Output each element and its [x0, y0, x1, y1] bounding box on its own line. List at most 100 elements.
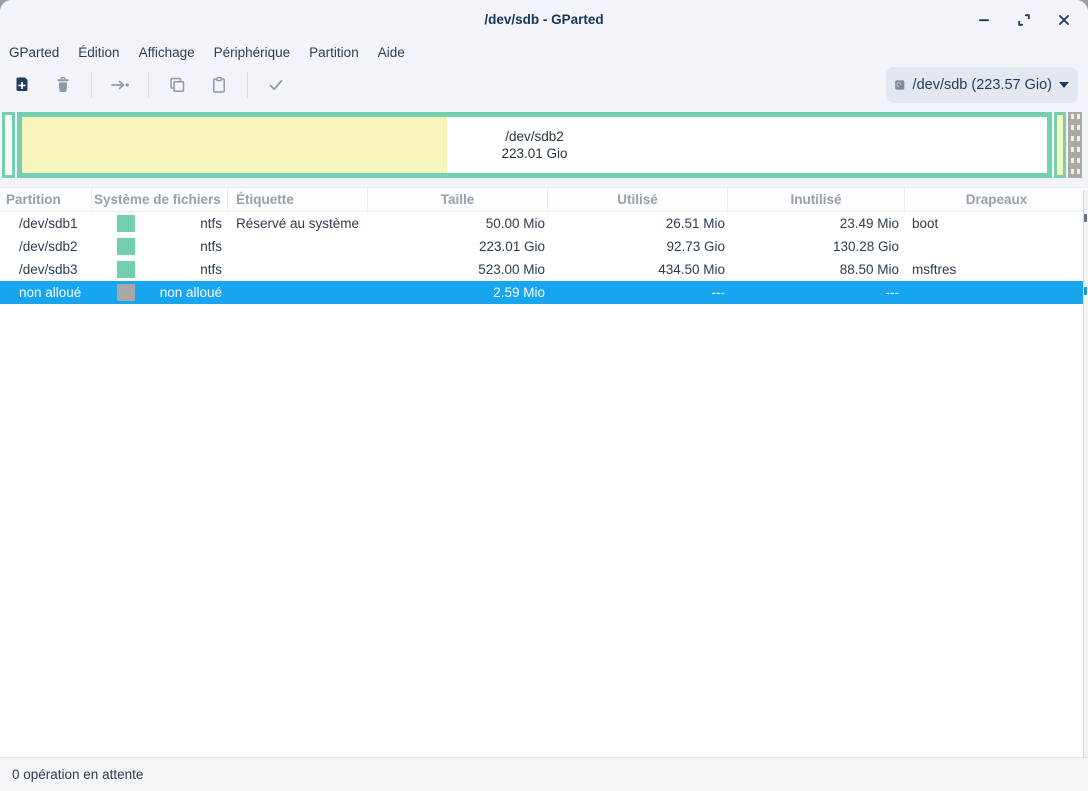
column-header-filesystem[interactable]: Système de fichiers: [92, 188, 228, 211]
cell-flags: msftres: [905, 258, 1088, 281]
apply-icon: [266, 75, 286, 95]
disk-segment-unallocated[interactable]: [1068, 112, 1082, 178]
device-selector-dropdown[interactable]: /dev/sdb (223.57 Gio): [886, 67, 1078, 103]
cell-size: 223.01 Gio: [368, 235, 548, 258]
vertical-scrollbar[interactable]: [1083, 190, 1088, 757]
cell-unused: 88.50 Mio: [728, 258, 905, 281]
scrollbar-mark-selected: [1084, 287, 1087, 295]
table-row-sdb3[interactable]: /dev/sdb3 ntfs 523.00 Mio 434.50 Mio 88.…: [0, 258, 1088, 281]
menu-edition[interactable]: Édition: [77, 43, 120, 62]
column-header-unused[interactable]: Inutilisé: [728, 188, 905, 211]
disk-segment-sdb3[interactable]: [1054, 112, 1066, 178]
table-empty-area: [0, 304, 1088, 757]
apply-operations-button[interactable]: [259, 68, 293, 102]
fs-color-swatch: [117, 261, 135, 278]
cell-filesystem: ntfs: [92, 235, 228, 258]
cell-flags: [905, 281, 1088, 304]
fs-name: ntfs: [200, 239, 222, 254]
cell-label: [228, 281, 368, 304]
cell-unused: ---: [728, 281, 905, 304]
disk-segment-sdb2[interactable]: /dev/sdb2 223.01 Gio: [17, 112, 1052, 178]
fs-color-swatch: [117, 238, 135, 255]
table-row-unallocated[interactable]: non alloué non alloué 2.59 Mio --- ---: [0, 281, 1088, 304]
window-controls: [972, 0, 1076, 40]
table-row-sdb1[interactable]: /dev/sdb1 ntfs Réservé au système 50.00 …: [0, 212, 1088, 235]
resize-move-button[interactable]: [103, 68, 137, 102]
column-header-label[interactable]: Étiquette: [228, 188, 368, 211]
column-header-size[interactable]: Taille: [368, 188, 548, 211]
disk-visual-panel: /dev/sdb2 223.01 Gio: [0, 106, 1088, 187]
cell-label: [228, 258, 368, 281]
cell-size: 50.00 Mio: [368, 212, 548, 235]
cell-partition: /dev/sdb2: [0, 235, 92, 258]
fs-color-swatch: [117, 284, 135, 301]
paste-icon: [209, 75, 229, 95]
column-header-partition[interactable]: Partition: [0, 188, 92, 211]
delete-icon: [53, 75, 73, 95]
cell-flags: boot: [905, 212, 1088, 235]
cell-filesystem: ntfs: [92, 258, 228, 281]
menu-aide[interactable]: Aide: [377, 43, 406, 62]
table-row-sdb2[interactable]: /dev/sdb2 ntfs 223.01 Gio 92.73 Gio 130.…: [0, 235, 1088, 258]
fs-name: ntfs: [200, 262, 222, 277]
segment-name: /dev/sdb2: [22, 128, 1047, 145]
maximize-button[interactable]: [1012, 8, 1036, 32]
cell-partition: /dev/sdb1: [0, 212, 92, 235]
fs-name: ntfs: [200, 216, 222, 231]
cell-partition: /dev/sdb3: [0, 258, 92, 281]
partition-table-header: Partition Système de fichiers Étiquette …: [0, 187, 1088, 212]
cell-used: 92.73 Gio: [548, 235, 728, 258]
scrollbar-mark: [1084, 214, 1087, 222]
cell-label: [228, 235, 368, 258]
fs-color-swatch: [117, 215, 135, 232]
maximize-icon: [1017, 13, 1031, 27]
disk-segment-sdb1[interactable]: [2, 112, 15, 178]
menu-peripherique[interactable]: Périphérique: [213, 43, 292, 62]
toolbar-separator: [91, 72, 92, 98]
toolbar-separator: [148, 72, 149, 98]
title-bar: /dev/sdb - GParted: [0, 0, 1088, 40]
cell-partition: non alloué: [0, 281, 92, 304]
fs-name: non alloué: [160, 285, 222, 300]
status-bar: 0 opération en attente: [0, 757, 1088, 791]
close-button[interactable]: [1052, 8, 1076, 32]
cell-size: 2.59 Mio: [368, 281, 548, 304]
delete-partition-button[interactable]: [46, 68, 80, 102]
disk-bar: /dev/sdb2 223.01 Gio: [2, 112, 1082, 178]
cell-filesystem: non alloué: [92, 281, 228, 304]
cell-filesystem: ntfs: [92, 212, 228, 235]
new-partition-icon: [12, 75, 32, 95]
hard-drive-icon: [895, 72, 905, 98]
minimize-button[interactable]: [972, 8, 996, 32]
paste-partition-button[interactable]: [202, 68, 236, 102]
copy-partition-button[interactable]: [160, 68, 194, 102]
cell-unused: 23.49 Mio: [728, 212, 905, 235]
toolbar: /dev/sdb (223.57 Gio): [0, 64, 1088, 106]
new-partition-button[interactable]: [5, 68, 39, 102]
cell-used: ---: [548, 281, 728, 304]
column-header-used[interactable]: Utilisé: [548, 188, 728, 211]
menu-bar: GParted Édition Affichage Périphérique P…: [0, 40, 1088, 64]
cell-used: 434.50 Mio: [548, 258, 728, 281]
chevron-down-icon: [1059, 82, 1069, 88]
disk-segment-label: /dev/sdb2 223.01 Gio: [22, 128, 1047, 162]
copy-icon: [167, 75, 187, 95]
cell-size: 523.00 Mio: [368, 258, 548, 281]
cell-label: Réservé au système: [228, 212, 368, 235]
cell-unused: 130.28 Gio: [728, 235, 905, 258]
menu-gparted[interactable]: GParted: [8, 43, 60, 62]
gparted-window: /dev/sdb - GParted GParted Éditi: [0, 0, 1088, 791]
window-title: /dev/sdb - GParted: [0, 12, 1088, 27]
segment-size: 223.01 Gio: [22, 145, 1047, 162]
toolbar-separator: [247, 72, 248, 98]
pending-operations-text: 0 opération en attente: [12, 767, 143, 782]
close-icon: [1057, 13, 1071, 27]
device-selector-label: /dev/sdb (223.57 Gio): [913, 77, 1052, 93]
column-header-flags[interactable]: Drapeaux: [905, 188, 1088, 211]
menu-partition[interactable]: Partition: [308, 43, 360, 62]
minimize-icon: [977, 13, 991, 27]
resize-move-icon: [109, 75, 131, 95]
menu-affichage[interactable]: Affichage: [138, 43, 196, 62]
cell-used: 26.51 Mio: [548, 212, 728, 235]
cell-flags: [905, 235, 1088, 258]
